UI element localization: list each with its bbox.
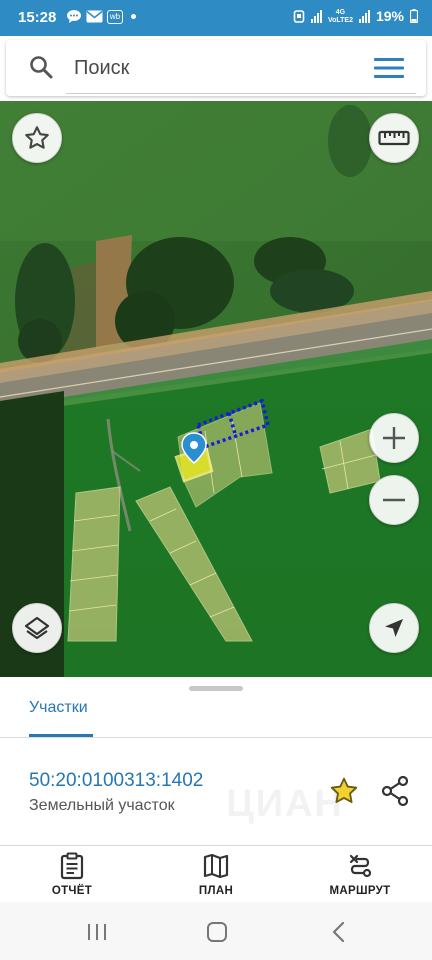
home-icon[interactable] (206, 922, 228, 942)
drag-handle[interactable] (189, 686, 243, 691)
menu-icon[interactable] (374, 57, 404, 79)
star-outline-icon (25, 126, 49, 149)
ruler-button[interactable] (369, 113, 419, 163)
search-bar[interactable]: Поиск (6, 40, 426, 96)
signal-2-icon (358, 9, 370, 23)
status-right: 4G VoLTE2 19% (293, 8, 418, 24)
battery-icon (410, 9, 418, 23)
more-notifications-dot (131, 14, 136, 19)
bottom-navigation: ОТЧЁТ ПЛАН МАРШРУТ (0, 845, 432, 902)
status-bar: 15:28 wb 4G VoLTE2 19% (0, 0, 432, 36)
clipboard-icon (60, 852, 84, 880)
back-icon[interactable] (328, 922, 350, 942)
chat-icon (67, 10, 81, 23)
network-type-icon: 4G VoLTE2 (327, 8, 353, 24)
favorite-star-icon[interactable] (328, 775, 360, 807)
minus-icon (383, 498, 405, 502)
share-icon[interactable] (380, 775, 410, 807)
watermark: ЦИАН (226, 783, 344, 825)
system-navigation-bar (0, 902, 432, 960)
info-panel: Участки ЦИАН 50:20:0100313:1402 Земельны… (0, 677, 432, 845)
search-input[interactable]: Поиск (74, 57, 129, 80)
ruler-icon (378, 130, 410, 146)
status-time: 15:28 (18, 9, 57, 26)
search-underline (66, 93, 416, 94)
map-imagery[interactable] (0, 101, 432, 677)
notification-icons: wb (66, 9, 136, 24)
route-label: МАРШРУТ (329, 885, 391, 897)
zoom-out-button[interactable] (369, 475, 419, 525)
parcel-type: Земельный участок (29, 797, 175, 814)
layers-icon (24, 616, 50, 640)
tab-parcels[interactable]: Участки (29, 699, 88, 717)
search-icon[interactable] (28, 54, 54, 80)
plan-button[interactable]: ПЛАН (156, 852, 276, 897)
navigation-arrow-icon (385, 619, 403, 637)
layers-button[interactable] (12, 603, 62, 653)
satellite-map[interactable] (0, 101, 432, 677)
zoom-in-button[interactable] (369, 413, 419, 463)
wb-icon: wb (107, 9, 123, 24)
plan-label: ПЛАН (198, 885, 234, 897)
route-icon (349, 854, 372, 878)
favorites-button[interactable] (12, 113, 62, 163)
battery-percent: 19% (375, 8, 404, 24)
route-button[interactable]: МАРШРУТ (300, 852, 420, 897)
plus-icon (383, 427, 405, 449)
my-location-button[interactable] (369, 603, 419, 653)
report-label: ОТЧЁТ (51, 885, 93, 897)
map-icon (203, 853, 229, 879)
mail-icon (86, 10, 103, 23)
signal-1-icon (310, 9, 322, 23)
parcel-strip-left (67, 486, 121, 642)
parcel-cadastral-number[interactable]: 50:20:0100313:1402 (29, 770, 203, 792)
tab-divider (0, 737, 432, 738)
alarm-icon (293, 10, 305, 23)
recent-apps-icon[interactable] (86, 922, 108, 942)
report-button[interactable]: ОТЧЁТ (12, 852, 132, 897)
